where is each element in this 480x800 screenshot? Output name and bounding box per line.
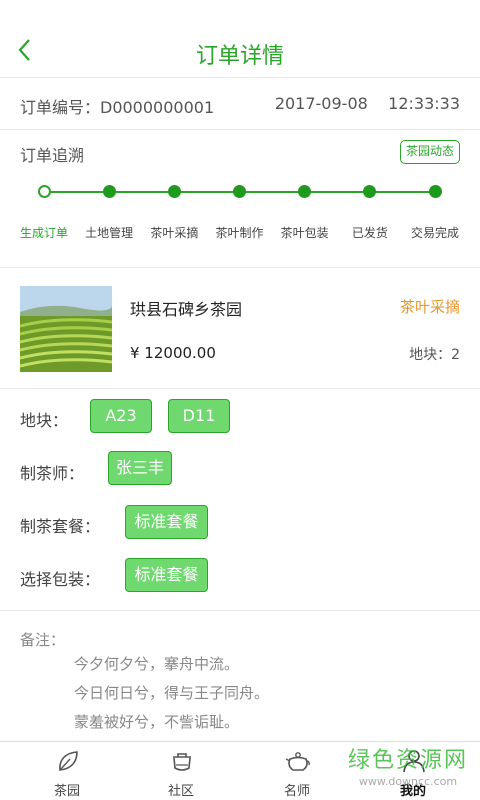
- order-info-row: 订单编号：D0000000001 2017-09-08 12:33:33: [0, 78, 480, 130]
- product-plot-count: 地块：2: [409, 347, 460, 363]
- trace-step-dot: [428, 185, 442, 198]
- tea-maker-label: 制茶师：: [20, 464, 85, 483]
- product-price: ¥ 12000.00: [130, 344, 216, 362]
- product-card[interactable]: 珙县石碑乡茶园 茶叶采摘 ¥ 12000.00 地块：2: [0, 268, 480, 389]
- teapot-icon: [285, 752, 310, 771]
- product-status: 茶叶采摘: [399, 298, 460, 316]
- bottom-tab-bar: 茶园 社区 名师 我的: [0, 741, 480, 800]
- tab-tea-garden[interactable]: 茶园: [7, 742, 127, 800]
- trace-step-label: 土地管理: [85, 226, 134, 240]
- tea-garden-news-button[interactable]: 茶园动态: [399, 140, 460, 164]
- packing-chip[interactable]: 标准套餐: [125, 558, 208, 592]
- note-line: 今日何日兮，得与王子同舟。: [74, 684, 270, 702]
- trace-step-dot: [102, 185, 116, 198]
- tab-community[interactable]: 社区: [121, 742, 241, 800]
- leaf-icon: [59, 751, 78, 771]
- trace-step-label: 茶叶采摘: [150, 226, 199, 240]
- user-icon: [403, 750, 425, 773]
- packing-label: 选择包装：: [20, 570, 101, 589]
- order-options: 地块： A23 D11 制茶师： 张三丰 制茶套餐： 标准套餐 选择包装： 标准…: [0, 389, 480, 611]
- header-bar: 订单详情: [0, 0, 480, 78]
- trace-step-dot: [233, 185, 246, 198]
- trace-step-label: 茶叶包装: [280, 226, 329, 240]
- notes-label: 备注：: [20, 631, 66, 649]
- note-line: 今夕何夕兮，搴舟中流。: [74, 655, 240, 673]
- trace-step-label: 生成订单: [19, 226, 69, 240]
- trace-step-dot: [167, 185, 181, 198]
- page-title: 订单详情: [195, 44, 284, 69]
- plot-chip-a23[interactable]: A23: [90, 399, 152, 433]
- pot-icon: [173, 753, 191, 771]
- plot-label: 地块：: [20, 411, 69, 430]
- plot-chip-d11[interactable]: D11: [168, 399, 230, 433]
- tab-mine[interactable]: 我的: [353, 742, 473, 800]
- trace-step-label: 茶叶制作: [215, 226, 264, 240]
- tea-maker-chip[interactable]: 张三丰: [108, 451, 172, 485]
- tea-package-label: 制茶套餐：: [20, 517, 101, 536]
- trace-step-label: 交易完成: [410, 226, 460, 240]
- notes-section: 备注： 今夕何夕兮，搴舟中流。 今日何日兮，得与王子同舟。 蒙羞被好兮，不訾诟耻…: [0, 611, 480, 741]
- order-trace-section: 订单追溯 茶园动态 生成订单 土地管理 茶叶采摘 茶叶制作 茶叶包装 已发货 交易完成: [0, 130, 480, 268]
- trace-step-dot: [298, 185, 312, 198]
- note-line: 蒙羞被好兮，不訾诟耻。: [74, 713, 240, 731]
- trace-title: 订单追溯: [20, 146, 85, 165]
- tab-masters[interactable]: 名师: [237, 742, 357, 800]
- tea-package-chip[interactable]: 标准套餐: [125, 505, 208, 539]
- trace-step-label: 已发货: [351, 226, 388, 240]
- product-name: 珙县石碑乡茶园: [130, 300, 243, 319]
- trace-step-dot: [363, 185, 377, 198]
- order-number: 订单编号：D0000000001: [20, 98, 215, 117]
- trace-step-dot: [37, 185, 51, 198]
- order-datetime: 2017-09-08 12:33:33: [274, 94, 460, 113]
- tea-garden-thumbnail: [20, 286, 112, 372]
